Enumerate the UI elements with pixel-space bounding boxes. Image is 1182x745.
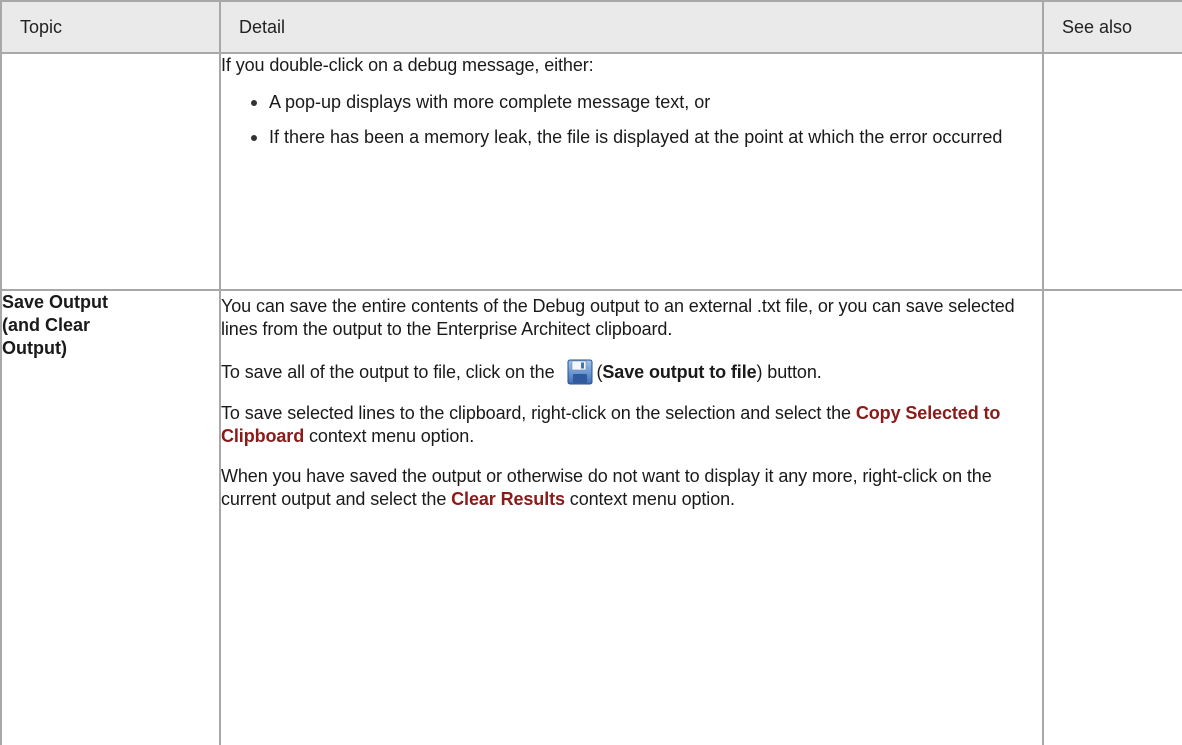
list-item: If there has been a memory leak, the fil…: [221, 120, 1042, 155]
save-output-description: You can save the entire contents of the …: [221, 296, 1015, 339]
page: Topic Detail See also If you double-clic…: [0, 0, 1182, 745]
save-to-file-instruction: To save all of the output to file, click…: [221, 359, 1042, 385]
table-header-row: Topic Detail See also: [0, 0, 1182, 54]
instruction-text: context menu option.: [564, 489, 735, 509]
table-row: Save Output (and Clear Output) You can s…: [0, 289, 1182, 745]
topic-cell: Save Output (and Clear Output): [0, 289, 221, 745]
button-tooltip-name: Save output to file: [602, 362, 757, 382]
topic-cell-empty: [0, 52, 221, 291]
header-topic: Topic: [0, 0, 221, 54]
floppy-disk-save-icon[interactable]: [567, 359, 593, 385]
clear-results-instruction: When you have saved the output or otherw…: [221, 465, 1042, 511]
topic-line: Output): [2, 338, 67, 358]
detail-cell: If you double-click on a debug message, …: [219, 52, 1044, 291]
list-item: A pop-up displays with more complete mes…: [221, 85, 1042, 120]
instruction-text: To save all of the output to file, click…: [221, 362, 555, 382]
see-also-cell: [1042, 52, 1182, 291]
topic-line: (and Clear: [2, 315, 91, 335]
clear-results-menu-option: Clear Results: [451, 489, 565, 509]
topic-detail-table: Topic Detail See also If you double-clic…: [0, 0, 1182, 745]
see-also-cell: [1042, 289, 1182, 745]
detail-cell: You can save the entire contents of the …: [219, 289, 1044, 745]
bullet-icon: [251, 100, 257, 106]
copy-to-clipboard-instruction: To save selected lines to the clipboard,…: [221, 402, 1042, 448]
topic-line: Save Output: [2, 292, 109, 312]
list-item-text: A pop-up displays with more complete mes…: [269, 92, 711, 112]
debug-doubleclick-intro: If you double-click on a debug message, …: [221, 55, 594, 75]
list-item-text: If there has been a memory leak, the fil…: [269, 127, 1003, 147]
instruction-text: context menu option.: [304, 426, 475, 446]
bullet-list: A pop-up displays with more complete mes…: [221, 85, 1042, 155]
header-detail: Detail: [219, 0, 1044, 54]
header-see-also: See also: [1042, 0, 1182, 54]
instruction-text: ) button.: [756, 362, 822, 382]
bullet-icon: [251, 135, 257, 141]
instruction-text: To save selected lines to the clipboard,…: [221, 403, 856, 423]
table-row: If you double-click on a debug message, …: [0, 52, 1182, 291]
